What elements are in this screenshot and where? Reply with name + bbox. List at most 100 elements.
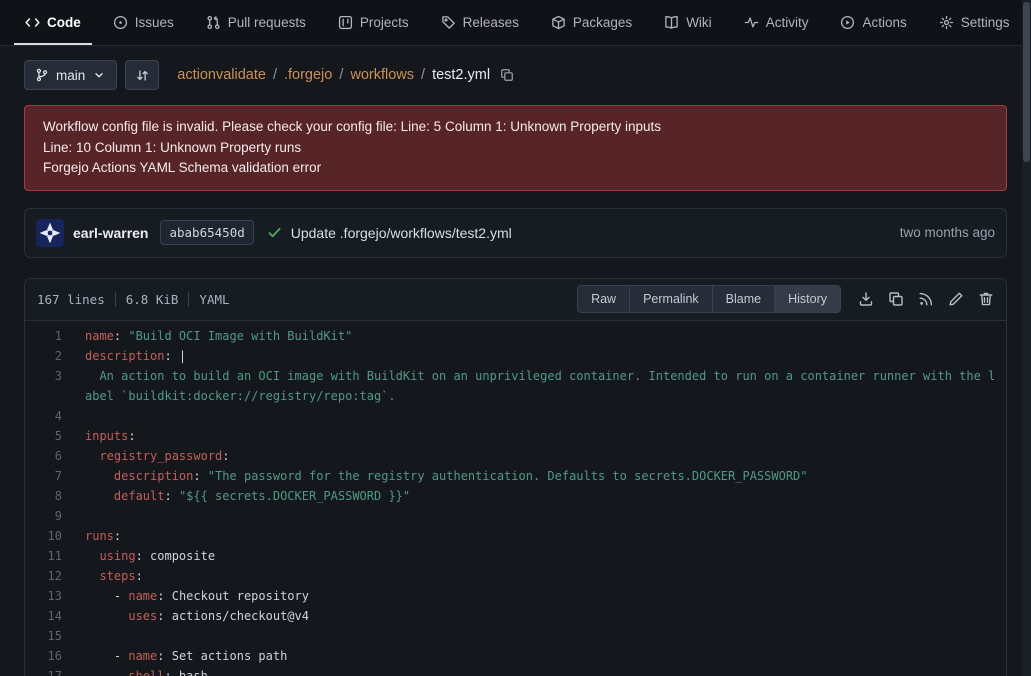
code-line: 11 using: composite [25, 546, 1006, 566]
permalink-button[interactable]: Permalink [629, 286, 712, 312]
tab-label: Settings [961, 15, 1010, 30]
tab-label: Issues [135, 15, 174, 30]
code-line: 10runs: [25, 526, 1006, 546]
compare-branches-button[interactable] [125, 60, 159, 90]
file-navigation-row: main actionvalidate / .forgejo / workflo… [24, 60, 1007, 90]
line-number[interactable]: 4 [25, 406, 79, 426]
tab-projects[interactable]: Projects [327, 0, 420, 45]
tab-packages[interactable]: Packages [540, 0, 643, 45]
tab-code[interactable]: Code [14, 0, 92, 45]
breadcrumb-current-file: test2.yml [432, 67, 490, 83]
code-line-content: An action to build an OCI image with Bui… [79, 366, 1006, 406]
line-number[interactable]: 6 [25, 446, 79, 466]
breadcrumb-dir-link[interactable]: .forgejo [284, 67, 332, 83]
check-icon[interactable] [267, 225, 282, 240]
code-line-content: steps: [79, 566, 1006, 586]
raw-button[interactable]: Raw [578, 286, 629, 312]
scrollbar-track[interactable] [1022, 0, 1031, 676]
code-line: 14 uses: actions/checkout@v4 [25, 606, 1006, 626]
file-action-icons [858, 291, 994, 307]
tab-activity[interactable]: Activity [733, 0, 820, 45]
code-line-content: runs: [79, 526, 1006, 546]
line-number[interactable]: 14 [25, 606, 79, 626]
avatar[interactable] [36, 219, 64, 247]
line-number[interactable]: 11 [25, 546, 79, 566]
breadcrumb-separator: / [273, 67, 277, 83]
tag-icon [441, 15, 456, 30]
line-number[interactable]: 7 [25, 466, 79, 486]
commit-time: two months ago [900, 225, 995, 240]
code-line-content [79, 626, 1006, 646]
code-line: 12 steps: [25, 566, 1006, 586]
line-number[interactable]: 5 [25, 426, 79, 446]
code-line-content: name: "Build OCI Image with BuildKit" [79, 326, 1006, 346]
code-line: 7 description: "The password for the reg… [25, 466, 1006, 486]
file-line-count: 167 lines [37, 292, 105, 307]
code-line: 13 - name: Checkout repository [25, 586, 1006, 606]
code-line-content: uses: actions/checkout@v4 [79, 606, 1006, 626]
breadcrumb-repo-link[interactable]: actionvalidate [177, 67, 266, 83]
error-line: Workflow config file is invalid. Please … [43, 117, 988, 138]
tab-label: Code [47, 15, 81, 30]
code-line: 8 default: "${{ secrets.DOCKER_PASSWORD … [25, 486, 1006, 506]
code-line: 9 [25, 506, 1006, 526]
file-header: 167 lines 6.8 KiB YAML Raw Permalink Bla… [25, 279, 1006, 321]
edit-pencil-icon[interactable] [948, 291, 964, 307]
history-button[interactable]: History [774, 286, 840, 312]
commit-hash-chip[interactable]: abab65450d [160, 220, 253, 245]
tab-label: Packages [573, 15, 632, 30]
latest-commit-bar: earl-warren abab65450d Update .forgejo/w… [24, 208, 1007, 258]
line-number[interactable]: 13 [25, 586, 79, 606]
delete-trash-icon[interactable] [978, 291, 994, 307]
tab-issues[interactable]: Issues [102, 0, 185, 45]
file-view-buttons: Raw Permalink Blame History [577, 285, 841, 313]
blame-button[interactable]: Blame [712, 286, 774, 312]
scrollbar-thumb[interactable] [1023, 2, 1030, 162]
file-size: 6.8 KiB [126, 292, 179, 307]
tab-releases[interactable]: Releases [430, 0, 530, 45]
file-view-card: 167 lines 6.8 KiB YAML Raw Permalink Bla… [24, 278, 1007, 676]
rss-icon[interactable] [918, 291, 934, 307]
line-number[interactable]: 12 [25, 566, 79, 586]
copy-content-icon[interactable] [888, 291, 904, 307]
project-board-icon [338, 15, 353, 30]
code-line: 6 registry_password: [25, 446, 1006, 466]
line-number[interactable]: 10 [25, 526, 79, 546]
divider [188, 292, 189, 307]
tab-actions[interactable]: Actions [829, 0, 917, 45]
code-icon [25, 15, 40, 30]
line-number[interactable]: 15 [25, 626, 79, 646]
tab-pull-requests[interactable]: Pull requests [195, 0, 317, 45]
code-line: 1name: "Build OCI Image with BuildKit" [25, 326, 1006, 346]
gear-icon [939, 15, 954, 30]
error-line: Forgejo Actions YAML Schema validation e… [43, 158, 988, 179]
download-icon[interactable] [858, 291, 874, 307]
tab-wiki[interactable]: Wiki [653, 0, 723, 45]
breadcrumb-dir-link[interactable]: workflows [350, 67, 414, 83]
chevron-down-icon [92, 68, 106, 82]
copy-path-icon[interactable] [500, 68, 514, 82]
code-line: 2description: | [25, 346, 1006, 366]
tab-label: Releases [463, 15, 519, 30]
breadcrumb: actionvalidate / .forgejo / workflows / … [177, 67, 514, 83]
line-number[interactable]: 9 [25, 506, 79, 526]
tab-settings[interactable]: Settings [928, 0, 1021, 45]
line-number[interactable]: 3 [25, 366, 79, 406]
commit-message-link[interactable]: Update .forgejo/workflows/test2.yml [291, 225, 512, 241]
line-number[interactable]: 16 [25, 646, 79, 666]
issue-icon [113, 15, 128, 30]
code-line-content: registry_password: [79, 446, 1006, 466]
breadcrumb-separator: / [339, 67, 343, 83]
commit-author[interactable]: earl-warren [73, 225, 148, 241]
file-language: YAML [199, 292, 229, 307]
branch-icon [35, 68, 49, 82]
code-line-content: description: | [79, 346, 1006, 366]
code-line-content: shell: bash [79, 666, 1006, 676]
line-number[interactable]: 2 [25, 346, 79, 366]
line-number[interactable]: 17 [25, 666, 79, 676]
branch-selector-button[interactable]: main [24, 60, 117, 90]
line-number[interactable]: 1 [25, 326, 79, 346]
line-number[interactable]: 8 [25, 486, 79, 506]
tab-label: Wiki [686, 15, 712, 30]
tab-label: Pull requests [228, 15, 306, 30]
